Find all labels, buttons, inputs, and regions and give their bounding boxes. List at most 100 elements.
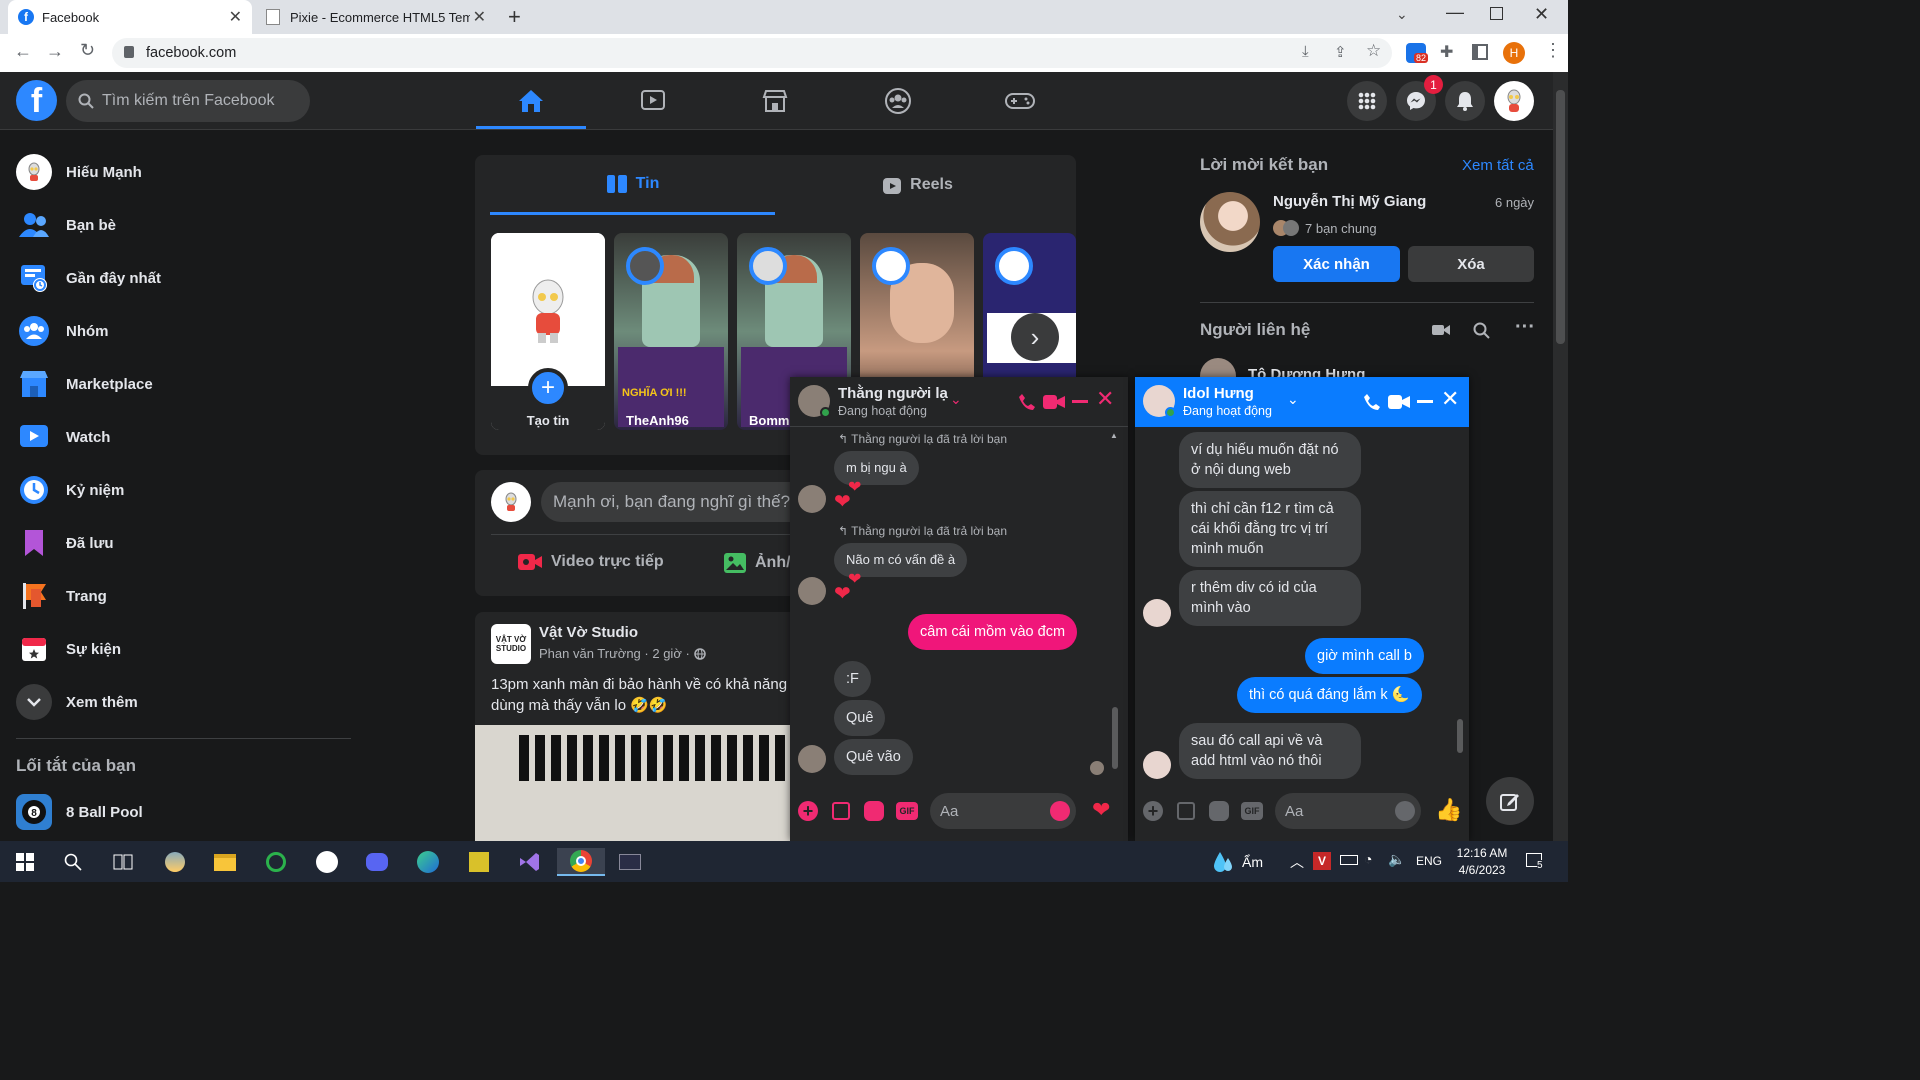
- mutual-friends[interactable]: 7 bạn chung: [1273, 220, 1377, 236]
- chat-scrollbar[interactable]: ▲: [1110, 429, 1120, 779]
- puzzle-extensions-icon[interactable]: ✚: [1440, 42, 1453, 62]
- message-incoming[interactable]: ví dụ hiếu muốn đặt nó ở nội dung web: [1179, 432, 1361, 488]
- message-incoming[interactable]: thì chỉ cần f12 r tìm cả cái khối đằng t…: [1179, 491, 1361, 567]
- app-icon-1[interactable]: [160, 848, 190, 876]
- confirm-button[interactable]: Xác nhận: [1273, 246, 1400, 282]
- clock[interactable]: 12:16 AM 4/6/2023: [1452, 845, 1512, 879]
- app-icon-yellow[interactable]: [464, 848, 494, 876]
- live-video-button[interactable]: Video trực tiếp: [517, 552, 664, 572]
- chat-name[interactable]: Thằng người lạ: [838, 385, 948, 402]
- windows-start-icon[interactable]: [10, 848, 40, 876]
- tab-search-icon[interactable]: ⌄: [1396, 6, 1408, 23]
- close-window-button[interactable]: ✕: [1534, 4, 1549, 25]
- message-incoming[interactable]: sau đó call api về và add html vào nó th…: [1179, 723, 1361, 779]
- phone-icon[interactable]: [1363, 393, 1381, 411]
- add-icon[interactable]: +: [798, 801, 818, 821]
- video-call-icon[interactable]: [1387, 394, 1411, 410]
- story-theanh96[interactable]: NGHĨA ƠI !!! TheAnh96: [614, 233, 728, 430]
- address-bar[interactable]: facebook.com ⤓ ⇪ ☆: [112, 38, 1392, 68]
- maximize-window-button[interactable]: [1490, 7, 1503, 20]
- weather-widget[interactable]: Ẩm: [1212, 850, 1263, 874]
- see-all-link[interactable]: Xem tất cả: [1462, 157, 1534, 174]
- app-icon-green[interactable]: [261, 848, 291, 876]
- chevron-down-icon[interactable]: ⌄: [1287, 391, 1299, 408]
- emoji-icon[interactable]: [1050, 801, 1070, 821]
- close-chat-icon[interactable]: ✕: [1096, 387, 1114, 411]
- new-tab-button[interactable]: +: [508, 4, 521, 30]
- stories-next-button[interactable]: ›: [1011, 313, 1059, 361]
- create-story-card[interactable]: + Tạo tin: [491, 233, 605, 430]
- close-tab-icon[interactable]: ✕: [229, 7, 242, 27]
- menu-grid-button[interactable]: [1347, 81, 1387, 121]
- friend-request-avatar[interactable]: [1200, 192, 1260, 252]
- new-message-button[interactable]: [1486, 777, 1534, 825]
- extension-icon[interactable]: 82: [1406, 43, 1429, 63]
- battery-icon[interactable]: [1340, 855, 1358, 865]
- chat-name[interactable]: Idol Hưng: [1183, 385, 1254, 402]
- image-attach-icon[interactable]: [832, 802, 850, 820]
- scroll-thumb[interactable]: [1457, 719, 1463, 753]
- forward-button[interactable]: →: [46, 41, 64, 62]
- shortcut-8-ball-pool[interactable]: 8 8 Ball Pool: [16, 790, 346, 834]
- tab-pixie[interactable]: Pixie - Ecommerce HTML5 Templ ✕: [256, 0, 496, 34]
- phone-icon[interactable]: [1018, 393, 1036, 411]
- minimize-window-button[interactable]: —: [1446, 2, 1464, 23]
- search-contacts-icon[interactable]: [1473, 322, 1490, 339]
- message-outgoing[interactable]: câm cái mồm vào đcm: [908, 614, 1078, 650]
- sidebar-item-see-more[interactable]: Xem thêm: [16, 680, 346, 724]
- share-icon[interactable]: ⇪: [1334, 43, 1347, 61]
- speaker-icon[interactable]: 🔈: [1388, 851, 1405, 868]
- visual-studio-icon[interactable]: [514, 848, 544, 876]
- sidebar-item-events[interactable]: Sự kiện: [16, 627, 346, 671]
- sticker-icon[interactable]: [864, 801, 884, 821]
- app-icon-circle[interactable]: [312, 848, 342, 876]
- sidebar-item-friends[interactable]: Bạn bè: [16, 203, 346, 247]
- new-room-video-icon[interactable]: [1431, 322, 1451, 338]
- sidebar-item-watch[interactable]: Watch: [16, 415, 346, 459]
- contacts-options-icon[interactable]: ···: [1515, 316, 1535, 339]
- post-time[interactable]: · 2 giờ ·: [644, 646, 689, 661]
- heart-send-icon[interactable]: ❤: [1092, 797, 1110, 823]
- tab-reels[interactable]: Reels: [775, 155, 1060, 215]
- facebook-logo-icon[interactable]: f: [16, 80, 57, 121]
- wifi-icon[interactable]: ◔: [1364, 851, 1372, 867]
- message-incoming[interactable]: Quê: [834, 700, 886, 736]
- terminal-icon[interactable]: [615, 848, 645, 876]
- sidebar-item-memories[interactable]: Kỷ niệm: [16, 468, 346, 512]
- account-avatar[interactable]: [1494, 81, 1534, 121]
- scroll-thumb[interactable]: [1112, 707, 1118, 769]
- nav-watch[interactable]: [598, 72, 708, 129]
- notification-center-icon[interactable]: 5: [1526, 853, 1543, 871]
- add-icon[interactable]: +: [1143, 801, 1163, 821]
- sidebar-item-pages[interactable]: Trang: [16, 574, 346, 618]
- gif-icon[interactable]: GIF: [1241, 802, 1263, 820]
- scroll-thumb[interactable]: [1556, 90, 1565, 344]
- task-view-icon[interactable]: [108, 848, 138, 876]
- tab-stories[interactable]: Tin: [490, 155, 775, 215]
- messenger-button[interactable]: 1: [1396, 75, 1443, 121]
- nav-gaming[interactable]: [965, 72, 1075, 129]
- gif-icon[interactable]: GIF: [896, 802, 918, 820]
- message-incoming[interactable]: Quê vão: [834, 739, 913, 775]
- back-button[interactable]: ←: [14, 41, 32, 62]
- message-outgoing[interactable]: giờ mình call b: [1305, 638, 1424, 674]
- bookmark-star-icon[interactable]: ☆: [1366, 41, 1381, 61]
- post-author[interactable]: Phan văn Trường: [539, 646, 641, 661]
- notifications-button[interactable]: [1445, 81, 1485, 121]
- message-outgoing[interactable]: thì có quá đáng lắm k 🌜: [1237, 677, 1422, 713]
- install-icon[interactable]: ⤓: [1302, 43, 1309, 60]
- emoji-icon[interactable]: [1395, 801, 1415, 821]
- close-tab-icon[interactable]: ✕: [473, 7, 486, 27]
- photo-video-button[interactable]: Ảnh/: [723, 552, 791, 574]
- edge-dev-icon[interactable]: [413, 848, 443, 876]
- video-call-icon[interactable]: [1042, 394, 1066, 410]
- chevron-down-icon[interactable]: ⌄: [950, 391, 962, 408]
- tray-app-icon[interactable]: V: [1313, 852, 1331, 870]
- sidebar-item-recent[interactable]: Gần đây nhất: [16, 256, 346, 300]
- discord-icon[interactable]: [362, 848, 392, 876]
- nav-groups[interactable]: [843, 72, 953, 129]
- message-incoming[interactable]: :F: [834, 661, 871, 697]
- sidebar-item-saved[interactable]: Đã lưu: [16, 521, 346, 565]
- page-scrollbar[interactable]: [1553, 72, 1568, 841]
- chat-scrollbar[interactable]: [1455, 429, 1465, 779]
